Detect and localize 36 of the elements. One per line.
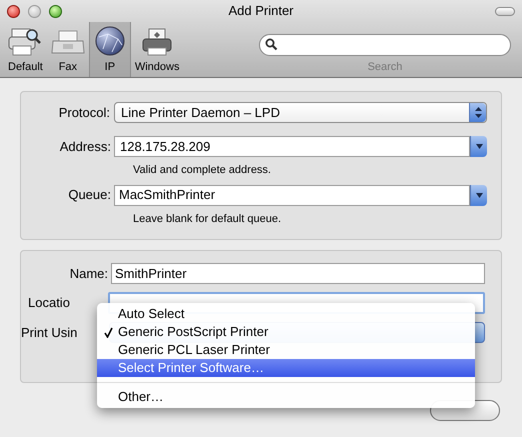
printer-magnifier-icon — [8, 26, 42, 56]
menu-item[interactable]: Other… — [97, 388, 475, 406]
hint-text: Valid and complete address. — [133, 163, 272, 178]
up-down-arrows-icon — [474, 107, 482, 118]
menu-item[interactable]: Select Printer Software… — [97, 359, 475, 377]
toolbar-toggle-button[interactable] — [495, 6, 515, 16]
field-label: Name: — [68, 264, 108, 283]
minimize-button[interactable] — [28, 4, 41, 18]
field-label: Queue: — [67, 186, 111, 204]
down-arrow-icon — [476, 192, 482, 198]
name-field[interactable]: SmithPrinter — [111, 263, 485, 284]
search-icon — [265, 38, 278, 51]
printer-icon — [141, 26, 174, 56]
toolbar-tab[interactable]: Fax — [46, 22, 89, 77]
queue-field[interactable]: MacSmithPrinter — [114, 184, 470, 206]
field-label: Print Usin — [21, 324, 78, 342]
toolbar-tab[interactable]: Windows — [130, 22, 184, 77]
field-label: Protocol: — [58, 104, 111, 122]
window-title: Add Printer — [228, 2, 294, 20]
toolbar-tab[interactable]: Default — [4, 22, 47, 77]
menu-item[interactable]: Auto Select — [97, 305, 475, 323]
toolbar-tab[interactable]: IP — [88, 22, 131, 77]
address-field[interactable]: 128.175.28.209 — [114, 136, 470, 157]
checkmark-icon — [104, 326, 113, 338]
menu-item[interactable]: Generic PostScript Printer — [97, 323, 475, 341]
zoom-button[interactable] — [49, 4, 62, 18]
close-button[interactable] — [7, 4, 20, 18]
search-field[interactable] — [259, 34, 511, 56]
protocol-popup[interactable]: Line Printer Daemon – LPD — [114, 102, 487, 123]
field-label: Locatio — [27, 294, 71, 312]
field-label: Address: — [58, 138, 111, 156]
down-arrow-icon — [476, 144, 482, 149]
globe-icon — [94, 24, 126, 56]
hint-text: Leave blank for default queue. — [133, 212, 282, 226]
menu-item[interactable]: Generic PCL Laser Printer — [97, 341, 475, 359]
search-label: Search — [368, 60, 402, 74]
